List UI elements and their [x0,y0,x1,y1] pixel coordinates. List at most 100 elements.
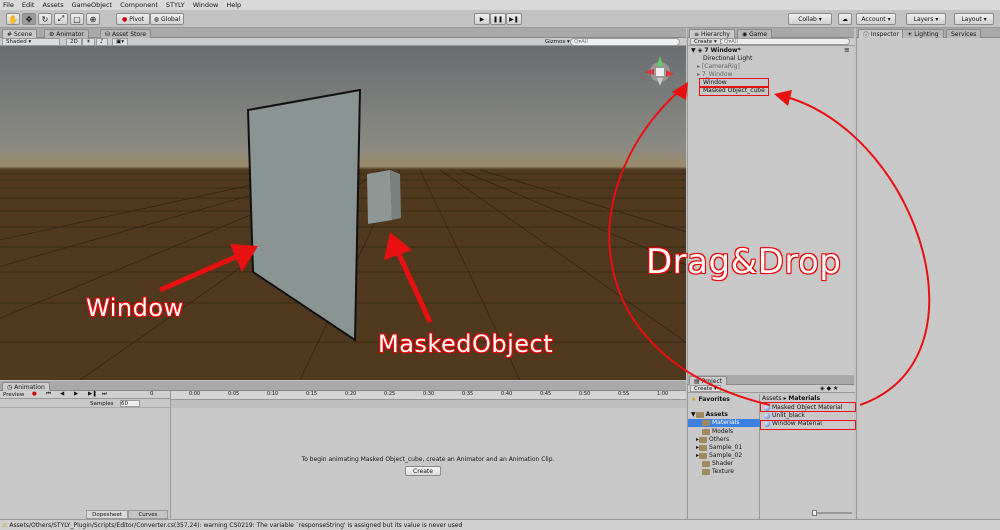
scene-tabbar: # Scene ⚙ Animator ⛁ Asset Store [0,28,686,38]
hand-tool-icon[interactable]: ✋ [6,13,20,25]
shading-dropdown[interactable]: Shaded ▾ [2,38,60,46]
menu-assets[interactable]: Assets [42,1,63,9]
menu-bar: File Edit Assets GameObject Component ST… [0,0,1000,10]
menu-component[interactable]: Component [120,1,158,9]
scale-tool-icon[interactable]: ⤢ [54,13,68,25]
preview-toggle[interactable]: Preview [3,392,24,398]
audio-toggle-icon[interactable]: ♪ [96,38,108,46]
tab-dopesheet[interactable]: Dopesheet [86,510,128,519]
first-frame-icon[interactable]: ⏮ [46,391,51,398]
ruler-label: 0:20 [345,391,357,397]
status-bar[interactable]: ⚠ Assets/Others/STYLY_Plugin/Scripts/Edi… [0,519,1000,530]
scene-subbar: Shaded ▾ 2D ☀ ♪ ▣▾ Gizmos ▾ Q▾All [0,38,686,46]
menu-gameobject[interactable]: GameObject [72,1,113,9]
tab-inspector[interactable]: ⓘ Inspector [858,29,904,39]
ruler-label: 0:35 [462,391,474,397]
ruler-label: 0:40 [501,391,513,397]
cloud-icon[interactable]: ☁ [838,13,852,25]
ruler-label: 0:10 [267,391,279,397]
hierarchy-tabbar: ≡ Hierarchy ◉ Game [687,28,854,38]
move-tool-icon[interactable]: ✥ [22,13,36,25]
animator-icon: ⚙ [49,30,57,38]
menu-styly[interactable]: STYLY [166,1,185,9]
folder-icon [699,436,708,443]
ruler-label: 0:45 [540,391,552,397]
tree-sample-02[interactable]: ▸ Sample_02 [696,452,742,459]
masked-annotation-label: MaskedObject [378,330,554,358]
effects-dropdown-icon[interactable]: ▣▾ [112,38,128,46]
pivot-icon: ● [122,15,128,23]
folder-icon [699,444,708,451]
scene-icon: # [7,30,14,38]
hierarchy-create-button[interactable]: Create ▾ [690,38,721,45]
play-button[interactable]: ▶ [474,13,490,25]
step-button[interactable]: ▶❚ [506,13,522,25]
tree-shader[interactable]: Shader [702,460,733,467]
tree-sample-01[interactable]: ▸ Sample_01 [696,444,742,451]
create-animation-button[interactable]: Create [405,466,441,476]
lighting-toggle-icon[interactable]: ☀ [82,38,95,46]
hierarchy-item-directional-light[interactable]: Directional Light [703,55,752,62]
game-icon: ◉ [742,30,750,38]
layers-dropdown[interactable]: Layers ▾ [906,13,946,25]
icon-size-slider[interactable] [812,510,852,516]
tree-texture[interactable]: Texture [702,468,734,475]
tab-asset-store[interactable]: ⛁ Asset Store [100,29,152,38]
record-button-icon[interactable]: ● [32,391,37,397]
account-dropdown[interactable]: Account ▾ [856,13,896,25]
animation-controls: Preview ● ⏮ ◀ ▶ ▶❚ ⏭ 0 [0,391,170,399]
mode-2d-toggle[interactable]: 2D [66,38,82,46]
global-icon: ◍ [153,15,160,23]
panel-divider [170,408,171,519]
drag-drop-annotation-label: Drag&Drop [646,242,842,282]
ruler-label: 0:25 [384,391,396,397]
frame-field[interactable]: 0 [150,391,154,397]
scene-menu-icon[interactable]: ≡ [844,46,850,54]
samples-row: Samples 60 [0,400,170,408]
tree-others[interactable]: ▸ Others [696,436,729,443]
tab-animation[interactable]: ◷ Animation [2,382,50,391]
samples-label: Samples [90,401,114,407]
pivot-toggle[interactable]: ● Pivot [116,13,150,25]
scene-search-input[interactable]: Q▾All [570,38,680,46]
toolbar: ✋ ✥ ↻ ⤢ ▢ ⊕ ● Pivot ◍ Global ▶ ❚❚ ▶❚ Colla… [0,10,1000,28]
tab-animator[interactable]: ⚙ Animator [44,29,89,38]
tab-curves[interactable]: Curves [128,510,168,519]
rect-tool-icon[interactable]: ▢ [70,13,84,25]
menu-window[interactable]: Window [193,1,219,9]
global-toggle[interactable]: ◍ Global [150,13,184,25]
inspector-tabbar: ⓘ Inspector ☀ Lighting Services [856,28,1000,39]
last-frame-icon[interactable]: ⏭ [102,391,107,398]
rotate-tool-icon[interactable]: ↻ [38,13,52,25]
tab-scene[interactable]: # Scene [2,29,38,38]
samples-input[interactable]: 60 [120,400,140,407]
menu-help[interactable]: Help [226,1,241,9]
prev-frame-icon[interactable]: ◀ [60,391,64,397]
hierarchy-search-input[interactable]: Q▾All [720,38,850,45]
tab-services[interactable]: Services [946,29,982,38]
folder-icon [702,460,710,467]
transform-tool-icon[interactable]: ⊕ [86,13,100,25]
menu-file[interactable]: File [3,1,14,9]
scene-root-item[interactable]: ▼ ◈ 7 Window* [691,47,741,54]
status-message: Assets/Others/STYLY_Plugin/Scripts/Edito… [9,521,463,529]
hierarchy-icon: ≡ [694,30,701,38]
ruler-label: 0:15 [306,391,318,397]
store-icon: ⛁ [105,30,112,38]
slider-handle[interactable] [812,510,817,516]
collab-dropdown[interactable]: Collab ▾ [788,13,832,25]
hierarchy-item-camerarig[interactable]: ▸ [CameraRig] [697,63,740,70]
animation-icon: ◷ [7,383,15,391]
tab-hierarchy[interactable]: ≡ Hierarchy [689,29,735,38]
ruler-label: 0:00 [189,391,201,397]
hierarchy-item-7-window[interactable]: ▸ 7_Window [697,71,732,78]
tab-lighting[interactable]: ☀ Lighting [902,29,944,38]
layout-dropdown[interactable]: Layout ▾ [954,13,994,25]
pause-button[interactable]: ❚❚ [490,13,506,25]
window-annotation-label: Window [86,294,184,322]
menu-edit[interactable]: Edit [22,1,35,9]
play-anim-icon[interactable]: ▶ [74,391,78,397]
tab-game[interactable]: ◉ Game [737,29,773,38]
next-frame-icon[interactable]: ▶❚ [88,391,97,397]
gizmos-dropdown[interactable]: Gizmos ▾ [542,38,573,46]
